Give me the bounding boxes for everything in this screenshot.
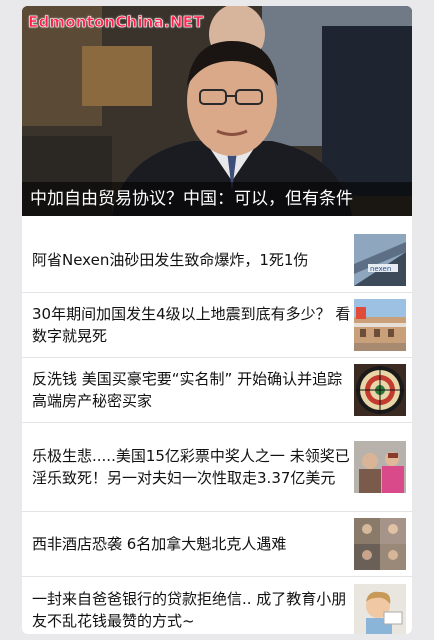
news-title[interactable]: 30年期间加国发生4级以上地震到底有多少？ 看数字就晃死	[32, 303, 352, 347]
dartboard-thumb[interactable]	[354, 364, 406, 416]
svg-text:nexen: nexen	[370, 265, 391, 273]
list-item[interactable]: 30年期间加国发生4级以上地震到底有多少？ 看数字就晃死	[22, 293, 412, 358]
news-title[interactable]: 乐极生悲.....美国15亿彩票中奖人之一 未领奖已淫乐致死！另一对夫妇一次性取…	[32, 445, 352, 489]
child-thumb[interactable]	[354, 584, 406, 634]
list-item[interactable]: 西非酒店恐袭 6名加拿大魁北克人遇难	[22, 512, 412, 577]
news-list: 阿省Nexen油砂田发生致命爆炸，1死1伤 nexen 30年期间加国发生4级以…	[22, 228, 412, 634]
hero-caption[interactable]: 中加自由贸易协议？中国：可以，但有条件	[22, 182, 412, 216]
list-item[interactable]: 阿省Nexen油砂田发生致命爆炸，1死1伤 nexen	[22, 228, 412, 293]
list-item[interactable]: 反洗钱 美国买豪宅要“实名制” 开始确认并追踪高端房产秘密买家	[22, 358, 412, 423]
hero-article[interactable]: 中加自由贸易协议？中国：可以，但有条件	[22, 6, 412, 216]
news-card: EdmontonChina.NET 中加自由贸易协议？中国：可以，但有条件 阿省…	[22, 6, 412, 634]
site-watermark: EdmontonChina.NET	[28, 13, 204, 32]
news-title[interactable]: 一封来自爸爸银行的贷款拒绝信.. 成了教育小朋友不乱花钱最赞的方式~	[32, 588, 352, 632]
nexen-building-thumb[interactable]: nexen	[354, 234, 406, 286]
news-title[interactable]: 反洗钱 美国买豪宅要“实名制” 开始确认并追踪高端房产秘密买家	[32, 368, 352, 412]
list-item[interactable]: 乐极生悲.....美国15亿彩票中奖人之一 未领奖已淫乐致死！另一对夫妇一次性取…	[22, 423, 412, 512]
news-title[interactable]: 西非酒店恐袭 6名加拿大魁北克人遇难	[32, 533, 352, 555]
list-item[interactable]: 一封来自爸爸银行的贷款拒绝信.. 成了教育小朋友不乱花钱最赞的方式~	[22, 577, 412, 634]
lottery-winners-thumb[interactable]	[354, 441, 406, 493]
building-thumb[interactable]	[354, 299, 406, 351]
news-title[interactable]: 阿省Nexen油砂田发生致命爆炸，1死1伤	[32, 249, 352, 271]
victims-thumb[interactable]	[354, 518, 406, 570]
